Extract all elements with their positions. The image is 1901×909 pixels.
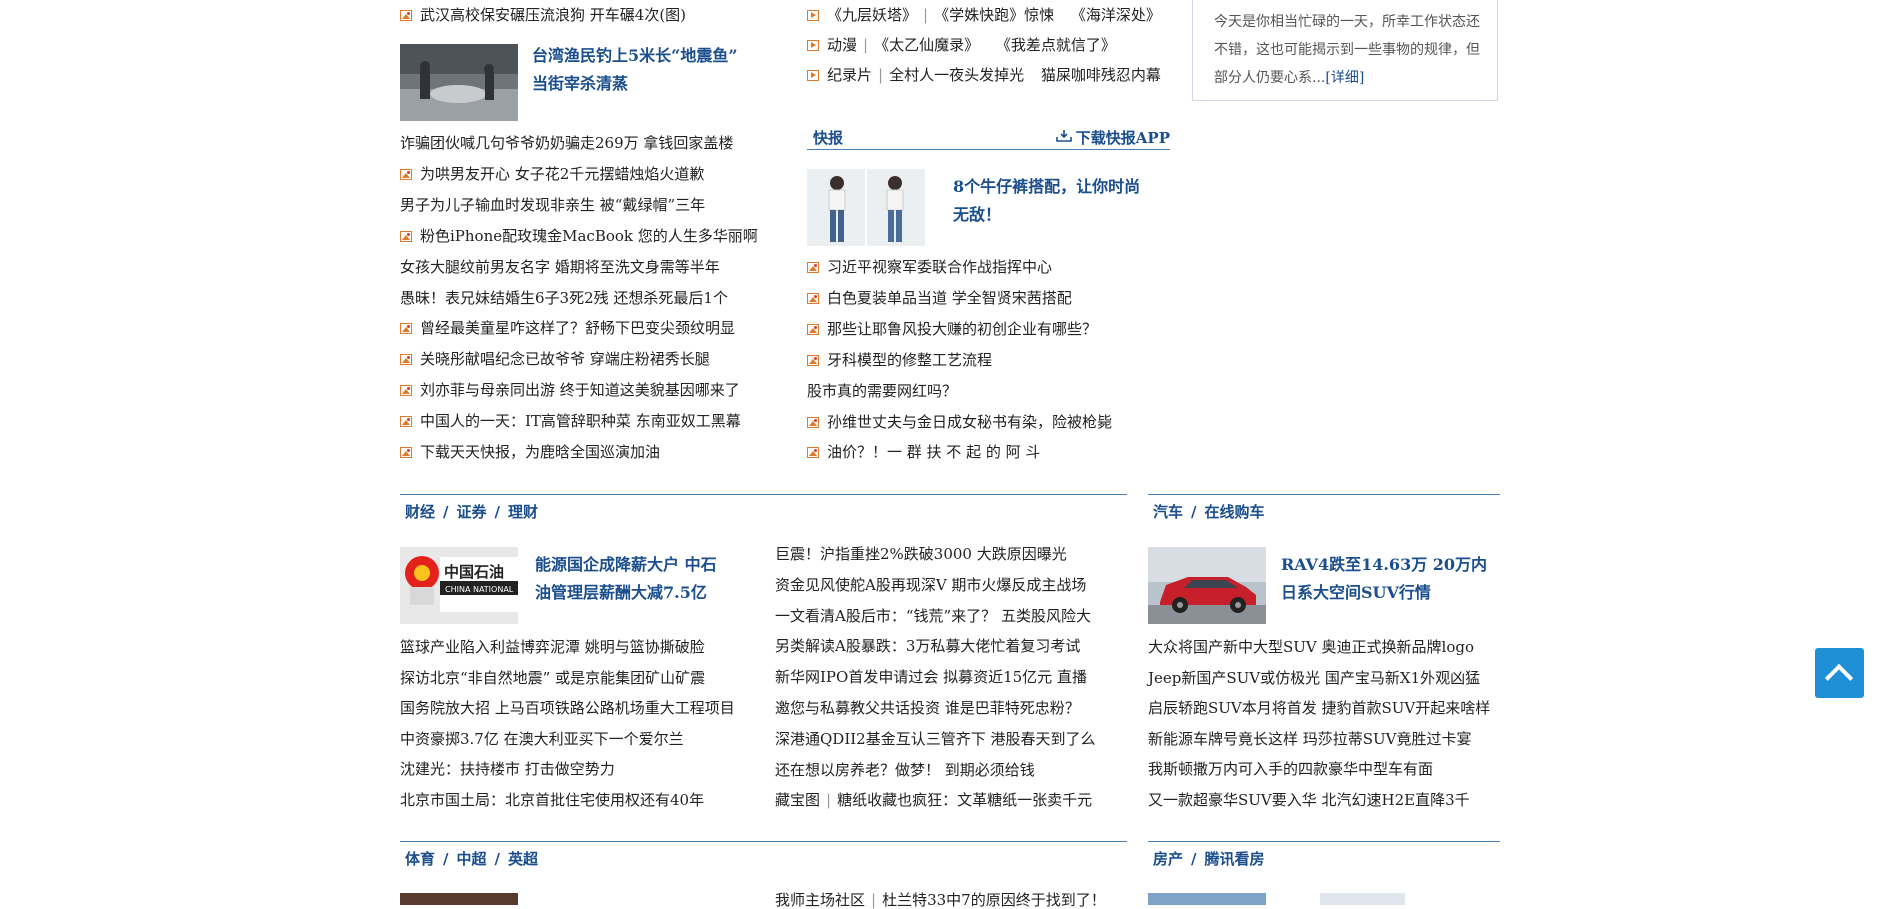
video-item[interactable]: 《九层妖塔》 | 《学姝快跑》惊悚 《海洋深处》 (807, 6, 1161, 24)
list-item[interactable]: 粉色iPhone配玫瑰金MacBook 您的人生多华丽啊 (400, 227, 758, 245)
photo-icon (807, 354, 819, 366)
list-item[interactable]: 探访北京“非自然地震” 或是京能集团矿山矿震 (400, 669, 705, 687)
back-to-top-button[interactable] (1815, 648, 1864, 698)
list-item[interactable]: 女孩大腿纹前男友名字 婚期将至洗文身需等半年 (400, 258, 720, 276)
list-item[interactable]: 愚昧！表兄妹结婚生6子3死2残 还想杀死最后1个 (400, 289, 728, 307)
finance-headline[interactable]: 能源国企成降薪大户 中石 油管理层薪酬大减7.5亿 (535, 551, 717, 607)
list-item[interactable]: 中国人的一天：IT高管辞职种菜 东南亚奴工黑幕 (400, 412, 741, 430)
photo-icon (400, 10, 412, 21)
auto-headline[interactable]: RAV4跌至14.63万 20万内 日系大空间SUV行情 (1281, 551, 1487, 607)
list-item[interactable]: 下载天天快报，为鹿晗全国巡演加油 (400, 443, 660, 461)
list-item[interactable]: 中资豪掷3.7亿 在澳大利亚买下一个爱尔兰 (400, 730, 684, 748)
list-item[interactable]: 还在想以房养老？做梦！ 到期必须给钱 (775, 761, 1035, 779)
list-item[interactable]: 沈建光：扶持楼市 打击做空势力 (400, 760, 615, 778)
tab-finance[interactable]: 财经 (405, 503, 435, 521)
photo-icon (400, 385, 412, 397)
list-item[interactable]: 北京市国土局：北京首批住宅使用权还有40年 (400, 791, 704, 809)
list-item[interactable]: 孙维世丈夫与金日成女秘书有染，险被枪毙 (807, 413, 1112, 431)
list-item[interactable]: 国务院放大招 上马百项铁路公路机场重大工程项目 (400, 699, 735, 717)
auto-thumbnail[interactable] (1148, 547, 1266, 624)
list-item[interactable]: 一文看清A股后市：“钱荒”来了？ 五类股风险大 (775, 607, 1091, 625)
tab-csl[interactable]: 中超 (457, 850, 487, 868)
list-item[interactable]: 关晓彤献唱纪念已故爷爷 穿端庄粉裙秀长腿 (400, 350, 710, 368)
finance-thumbnail[interactable]: 中国石油 CHINA NATIONAL (400, 547, 518, 624)
tab-epl[interactable]: 英超 (508, 850, 538, 868)
finance-section-header: 财经 / 证券 / 理财 (400, 494, 1127, 521)
list-item[interactable]: 邀您与私募教父共话投资 谁是巴菲特死忠粉？ (775, 699, 1080, 717)
house-section-header: 房产 / 腾讯看房 (1148, 841, 1500, 868)
tab-securities[interactable]: 证券 (457, 503, 487, 521)
list-item[interactable]: 资金见风使舵A股再现深V 期市火爆反成主战场 (775, 576, 1086, 594)
kuaibao-header: 快报 下载快报APP (807, 118, 1170, 150)
list-item[interactable]: 那些让耶鲁风投大赚的初创企业有哪些？ (807, 320, 1097, 338)
kuaibao-label[interactable]: 快报 (813, 127, 843, 148)
list-item[interactable]: 启辰轿跑SUV本月将首发 捷豹首款SUV开起来啥样 (1148, 699, 1490, 717)
list-item[interactable]: 大众将国产新中大型SUV 奥迪正式换新品牌logo (1148, 638, 1474, 656)
tab-house-view[interactable]: 腾讯看房 (1205, 850, 1265, 868)
kuaibao-headline[interactable]: 8个牛仔裤搭配，让你时尚 无敌！ (953, 173, 1140, 229)
list-item[interactable]: 诈骗团伙喊几句爷爷奶奶骗走269万 拿钱回家盖楼 (400, 134, 733, 152)
tab-sports[interactable]: 体育 (405, 850, 435, 868)
tab-wealth[interactable]: 理财 (508, 503, 538, 521)
list-item[interactable]: 为哄男友开心 女子花2千元摆蜡烛焰火道歉 (400, 165, 704, 183)
list-item[interactable]: Jeep新国产SUV或仿极光 国产宝马新X1外观凶猛 (1148, 669, 1480, 687)
auto-section-header: 汽车 / 在线购车 (1148, 494, 1500, 521)
kuaibao-thumbnail[interactable] (807, 169, 925, 246)
photo-icon (400, 323, 412, 335)
photo-icon (807, 262, 819, 273)
feature-headline[interactable]: 台湾渔民钓上5米长“地震鱼” 当街宰杀清蒸 (532, 42, 738, 98)
list-item[interactable]: 习近平视察军委联合作战指挥中心 (807, 258, 1052, 276)
list-item[interactable]: 男子为儿子输血时发现非亲生 被“戴绿帽”三年 (400, 196, 705, 214)
list-item[interactable]: 新能源车牌号竟长这样 玛莎拉蒂SUV竟胜过卡宴 (1148, 730, 1472, 748)
list-item[interactable]: 牙科模型的修整工艺流程 (807, 351, 992, 369)
petrochina-logo-text: 中国石油 (444, 563, 504, 581)
list-item[interactable]: 又一款超豪华SUV要入华 北汽幻速H2E直降3千 (1148, 791, 1470, 809)
feature-thumbnail[interactable] (400, 44, 518, 121)
list-item[interactable]: 新华网IPO首发申请过会 拟募资近15亿元 直播 (775, 668, 1087, 686)
download-icon (1055, 130, 1072, 142)
photo-icon (400, 354, 412, 366)
list-item[interactable]: 曾经最美童星咋这样了？舒畅下巴变尖颈纹明显 (400, 319, 735, 337)
sports-thumbnail[interactable] (400, 893, 518, 905)
photo-icon (400, 447, 412, 458)
video-item[interactable]: 动漫 | 《太乙仙魔录》 《我差点就信了》 (807, 36, 1116, 54)
list-item[interactable]: 巨震！沪指重挫2%跌破3000 大跌原因曝光 (775, 545, 1067, 563)
photo-icon (400, 168, 412, 180)
petrochina-logo-sub: CHINA NATIONAL (445, 585, 514, 594)
video-item[interactable]: 纪录片 | 全村人一夜头发掉光 猫屎咖啡残忍内幕 (807, 66, 1161, 84)
house-thumbnail-2[interactable] (1320, 893, 1405, 905)
photo-icon (807, 323, 819, 335)
list-item[interactable]: 油价？！一 群 扶 不 起 的 阿 斗 (807, 443, 1040, 461)
video-icon (807, 40, 819, 51)
list-item[interactable]: 藏宝图 | 糖纸收藏也疯狂：文革糖纸一张卖千元 (775, 791, 1092, 809)
news-link[interactable]: 武汉高校保安碾压流浪狗 开车碾4次(图) (400, 6, 686, 24)
list-item[interactable]: 篮球产业陷入利益博弈泥潭 姚明与篮协撕破脸 (400, 638, 705, 656)
sports-news-link[interactable]: 我师主场社区 | 杜兰特33中7的原因终于找到了！ (775, 891, 1106, 909)
list-item[interactable]: 白色夏装单品当道 学全智贤宋茜搭配 (807, 289, 1072, 307)
photo-icon (807, 416, 819, 428)
download-app-link[interactable]: 下载快报APP (1055, 127, 1170, 148)
photo-icon (400, 416, 412, 428)
tab-house[interactable]: 房产 (1153, 850, 1183, 868)
photo-icon (807, 292, 819, 304)
photo-icon (400, 230, 412, 242)
list-item[interactable]: 刘亦菲与母亲同出游 终于知道这美貌基因哪来了 (400, 381, 740, 399)
house-thumbnail[interactable] (1148, 893, 1266, 905)
list-item[interactable]: 深港通QDII2基金互认三管齐下 港股春天到了么 (775, 730, 1096, 748)
sports-section-header: 体育 / 中超 / 英超 (400, 841, 1127, 868)
list-item[interactable]: 另类解读A股暴跌：3万私募大佬忙着复习考试 (775, 637, 1080, 655)
tab-online-car[interactable]: 在线购车 (1205, 503, 1265, 521)
video-icon (807, 10, 819, 21)
video-icon (807, 70, 819, 81)
list-item[interactable]: 我斯顿撒万内可入手的四款豪华中型车有面 (1148, 760, 1433, 778)
horoscope-detail-link[interactable]: [详细] (1325, 70, 1364, 86)
tab-auto[interactable]: 汽车 (1153, 503, 1183, 521)
horoscope-box: 今天是你相当忙碌的一天，所幸工作状态还不错，这也可能揭示到一些事物的规律，但部分… (1192, 0, 1498, 101)
photo-icon (807, 447, 819, 459)
list-item[interactable]: 股市真的需要网红吗？ (807, 382, 957, 400)
